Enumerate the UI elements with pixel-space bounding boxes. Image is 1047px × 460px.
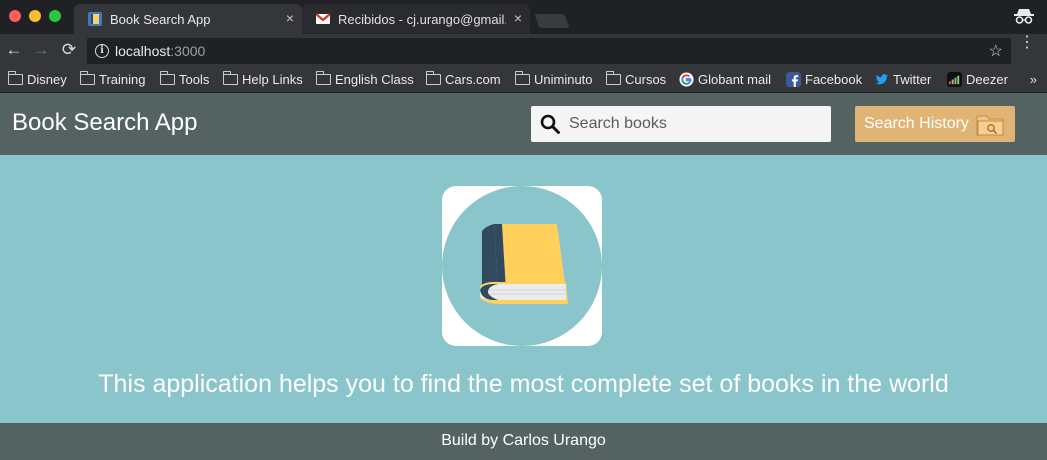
- maximize-window-button[interactable]: [49, 10, 61, 22]
- gmail-favicon-icon: [315, 12, 331, 26]
- bookmark-star-icon[interactable]: ☆: [989, 41, 1003, 61]
- search-history-button[interactable]: Search History: [855, 106, 1015, 142]
- bookmark-training[interactable]: Training: [79, 71, 145, 88]
- folder-icon: [514, 71, 530, 85]
- folder-icon: [605, 71, 621, 85]
- folder-icon: [79, 71, 95, 85]
- twitter-icon: [875, 74, 889, 85]
- search-input[interactable]: [569, 106, 824, 142]
- address-bar[interactable]: i localhost:3000 ☆: [87, 38, 1011, 64]
- forward-arrow-icon[interactable]: →: [32, 41, 50, 59]
- site-info-icon[interactable]: i: [95, 44, 109, 58]
- folder-icon: [425, 71, 441, 85]
- browser-toolbar: ← → ⟳ i localhost:3000 ☆ ⋮: [0, 34, 1047, 67]
- bookmark-deezer[interactable]: Deezer: [947, 72, 1008, 88]
- new-tab-button[interactable]: [534, 14, 570, 28]
- book-favicon-icon: [88, 12, 102, 26]
- incognito-icon: [1014, 9, 1034, 24]
- browser-tab-strip: Book Search App × Recibidos - cj.urango@…: [0, 0, 1047, 34]
- tab-book-search-app[interactable]: Book Search App ×: [74, 4, 302, 34]
- tab-close-icon[interactable]: ×: [514, 10, 522, 26]
- bookmark-help-links[interactable]: Help Links: [222, 71, 303, 88]
- reload-icon[interactable]: ⟳: [60, 41, 78, 59]
- bookmark-globant-mail[interactable]: Globant mail: [679, 72, 771, 88]
- tab-title: Recibidos - cj.urango@gmail.com: [338, 12, 506, 27]
- url-text[interactable]: localhost:3000: [115, 43, 205, 59]
- app-title: Book Search App: [12, 109, 198, 136]
- google-icon: [679, 72, 694, 87]
- bookmark-tools[interactable]: Tools: [159, 71, 209, 88]
- bookmark-cursos[interactable]: Cursos: [605, 71, 666, 88]
- bookmark-english-class[interactable]: English Class: [315, 71, 414, 88]
- bookmark-uniminuto[interactable]: Uniminuto: [514, 71, 593, 88]
- app-footer: Build by Carlos Urango: [0, 423, 1047, 460]
- folder-icon: [159, 71, 175, 85]
- app-tagline: This application helps you to find the m…: [98, 370, 949, 398]
- back-arrow-icon[interactable]: ←: [5, 41, 23, 59]
- folder-icon: [7, 71, 23, 85]
- bookmark-cars-com[interactable]: Cars.com: [425, 71, 501, 88]
- folder-icon: [222, 71, 238, 85]
- app-logo: [442, 186, 602, 346]
- close-window-button[interactable]: [9, 10, 21, 22]
- tab-gmail[interactable]: Recibidos - cj.urango@gmail.com ×: [302, 4, 530, 34]
- facebook-icon: [786, 72, 801, 87]
- search-history-label: Search History: [864, 115, 969, 132]
- tab-title: Book Search App: [110, 12, 211, 27]
- app-header: Book Search App Search History: [0, 93, 1047, 155]
- bookmark-twitter[interactable]: Twitter: [874, 72, 931, 88]
- footer-credit: Build by Carlos Urango: [441, 432, 606, 449]
- bookmarks-bar: Disney Training Tools Help Links English…: [0, 67, 1047, 93]
- book-icon: [442, 186, 602, 346]
- search-box: [531, 106, 831, 142]
- search-icon: [540, 114, 560, 134]
- bookmark-facebook[interactable]: Facebook: [786, 72, 862, 88]
- main-content: This application helps you to find the m…: [0, 155, 1047, 423]
- folder-search-icon: [976, 115, 1004, 136]
- tab-close-icon[interactable]: ×: [286, 10, 294, 26]
- bookmark-disney[interactable]: Disney: [7, 71, 67, 88]
- browser-menu-icon[interactable]: ⋮: [1019, 35, 1035, 51]
- folder-icon: [315, 71, 331, 85]
- deezer-icon: [947, 72, 962, 87]
- bookmarks-overflow-icon[interactable]: »: [1030, 72, 1037, 87]
- minimize-window-button[interactable]: [29, 10, 41, 22]
